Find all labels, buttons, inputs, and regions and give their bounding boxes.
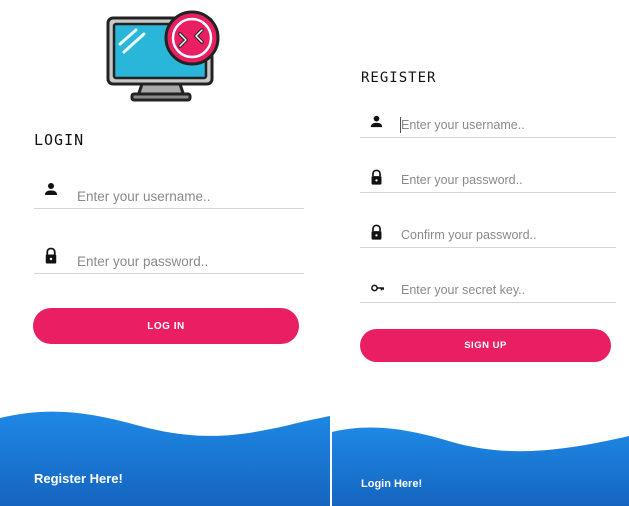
register-username-input[interactable]: [401, 115, 606, 135]
register-username-field[interactable]: [360, 97, 616, 138]
login-heading: LOGIN: [34, 131, 85, 149]
lock-icon: [45, 247, 57, 264]
register-wave-background: [332, 427, 629, 506]
register-secret-key-input[interactable]: [401, 280, 606, 300]
monitor-code-icon: [106, 10, 220, 102]
login-wave-background: [0, 411, 330, 506]
register-password-input[interactable]: [401, 170, 606, 190]
login-screen: LOGIN LOG IN Register Here!: [0, 0, 330, 506]
login-password-field[interactable]: [34, 233, 304, 274]
login-username-input[interactable]: [77, 186, 297, 206]
login-username-field[interactable]: [34, 168, 304, 209]
register-password-field[interactable]: [360, 152, 616, 193]
register-screen: REGISTER SIGN UP: [332, 0, 629, 506]
lock-icon: [371, 169, 382, 185]
register-heading: REGISTER: [361, 70, 437, 86]
register-secret-key-field[interactable]: [360, 262, 616, 303]
login-password-input[interactable]: [77, 251, 297, 271]
register-confirm-password-field[interactable]: [360, 207, 616, 248]
login-here-link[interactable]: Login Here!: [361, 478, 422, 490]
login-button[interactable]: LOG IN: [33, 308, 299, 344]
sign-up-button[interactable]: SIGN UP: [360, 329, 611, 362]
key-icon: [371, 284, 385, 292]
register-here-link[interactable]: Register Here!: [34, 471, 123, 486]
lock-icon: [371, 224, 382, 240]
person-icon: [45, 183, 57, 195]
person-icon: [370, 115, 383, 128]
register-confirm-password-input[interactable]: [401, 225, 606, 245]
